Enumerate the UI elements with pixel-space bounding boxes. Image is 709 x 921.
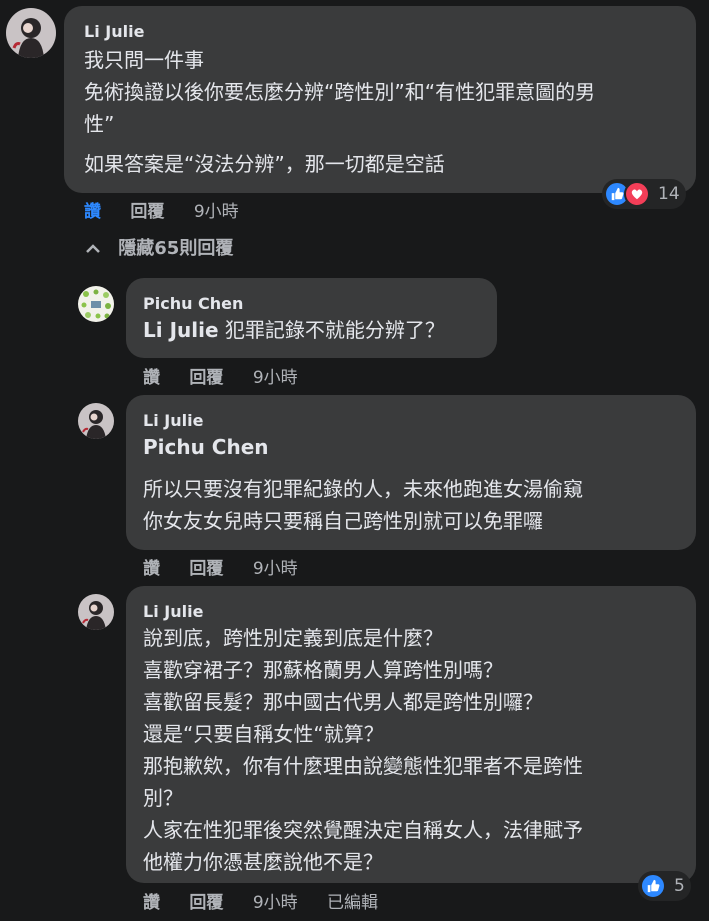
reaction-count: 5	[674, 876, 685, 896]
hide-replies-toggle[interactable]: 隱藏65則回覆	[86, 234, 233, 260]
reply-button[interactable]: 回覆	[189, 893, 223, 913]
comment-bubble: Li Julie 說到底，跨性別定義到底是什麼？ 喜歡穿裙子？那蘇格蘭男人算跨性…	[126, 586, 696, 883]
timestamp[interactable]: 9小時	[194, 202, 239, 222]
like-reaction-icon	[640, 873, 666, 899]
mention-link[interactable]: Li Julie	[143, 318, 219, 342]
timestamp[interactable]: 9小時	[253, 893, 298, 913]
comment-bubble: Li Julie 我只問一件事 免術換證以後你要怎麼分辨“跨性別”和“有性犯罪意…	[64, 6, 696, 193]
love-reaction-icon	[624, 181, 650, 207]
comment-text: 你女友女兒時只要稱自己跨性別就可以免罪囉	[143, 509, 543, 533]
comment-text-content: 犯罪記錄不就能分辨了？	[224, 318, 445, 342]
reaction-count: 14	[658, 184, 680, 204]
avatar[interactable]	[78, 594, 114, 630]
chevron-up-icon	[86, 238, 100, 259]
comment-text: 人家在性犯罪後突然覺醒決定自稱女人，法律賦予	[143, 818, 583, 842]
comment-author[interactable]: Li Julie	[84, 22, 678, 42]
comment-text: 喜歡穿裙子？那蘇格蘭男人算跨性別嗎？	[143, 658, 503, 682]
comment-bubble: Pichu Chen Li Julie 犯罪記錄不就能分辨了？	[126, 278, 497, 358]
like-button[interactable]: 讚	[84, 202, 101, 222]
comment-bubble: Li Julie Pichu Chen 所以只要沒有犯罪紀錄的人，未來他跑進女湯…	[126, 395, 696, 550]
reply-button[interactable]: 回覆	[189, 368, 223, 388]
comment-text: 說到底，跨性別定義到底是什麼？	[143, 626, 443, 650]
avatar[interactable]	[78, 286, 114, 322]
comment-actions: 讚 回覆 9小時	[84, 197, 263, 222]
comment-actions: 讚 回覆 9小時 已編輯	[143, 888, 402, 913]
hide-replies-label: 隱藏65則回覆	[118, 238, 234, 259]
avatar-image	[78, 403, 114, 439]
comment-text: 如果答案是“沒法分辨”，那一切都是空話	[84, 152, 445, 176]
reaction-summary[interactable]: 5	[638, 871, 691, 901]
comment-actions: 讚 回覆 9小時	[143, 554, 322, 579]
avatar[interactable]	[6, 8, 56, 58]
like-button[interactable]: 讚	[143, 559, 160, 579]
comment-text: 性”	[84, 112, 115, 136]
comment-text: 還是“只要自稱女性“就算？	[143, 722, 384, 746]
timestamp[interactable]: 9小時	[253, 559, 298, 579]
comment-text: 喜歡留長髮？那中國古代男人都是跨性別囉？	[143, 690, 543, 714]
reaction-summary[interactable]: 14	[602, 179, 686, 209]
comment-text: Li Julie 犯罪記錄不就能分辨了？	[143, 314, 481, 346]
comment-author[interactable]: Li Julie	[143, 602, 680, 622]
avatar-image	[6, 8, 56, 58]
edited-label[interactable]: 已編輯	[327, 893, 378, 913]
comment-author[interactable]: Li Julie	[143, 411, 680, 431]
comment-text: 別？	[143, 786, 183, 810]
reply-button[interactable]: 回覆	[130, 202, 164, 222]
timestamp[interactable]: 9小時	[253, 368, 298, 388]
comment-text: 所以只要沒有犯罪紀錄的人，未來他跑進女湯偷窺	[143, 477, 583, 501]
comment-author[interactable]: Pichu Chen	[143, 294, 481, 314]
avatar-image	[78, 594, 114, 630]
comment-text: 免術換證以後你要怎麼分辨“跨性別”和“有性犯罪意圖的男	[84, 80, 596, 104]
reply-button[interactable]: 回覆	[189, 559, 223, 579]
mention-link[interactable]: Pichu Chen	[143, 431, 680, 463]
comment-actions: 讚 回覆 9小時	[143, 363, 322, 388]
like-button[interactable]: 讚	[143, 368, 160, 388]
avatar[interactable]	[78, 403, 114, 439]
like-button[interactable]: 讚	[143, 893, 160, 913]
comment-text: 我只問一件事	[84, 48, 204, 72]
comment-text: 他權力你憑甚麼說他不是？	[143, 850, 383, 874]
avatar-image	[78, 286, 114, 322]
comment-text: 那抱歉欸，你有什麼理由說變態性犯罪者不是跨性	[143, 754, 583, 778]
